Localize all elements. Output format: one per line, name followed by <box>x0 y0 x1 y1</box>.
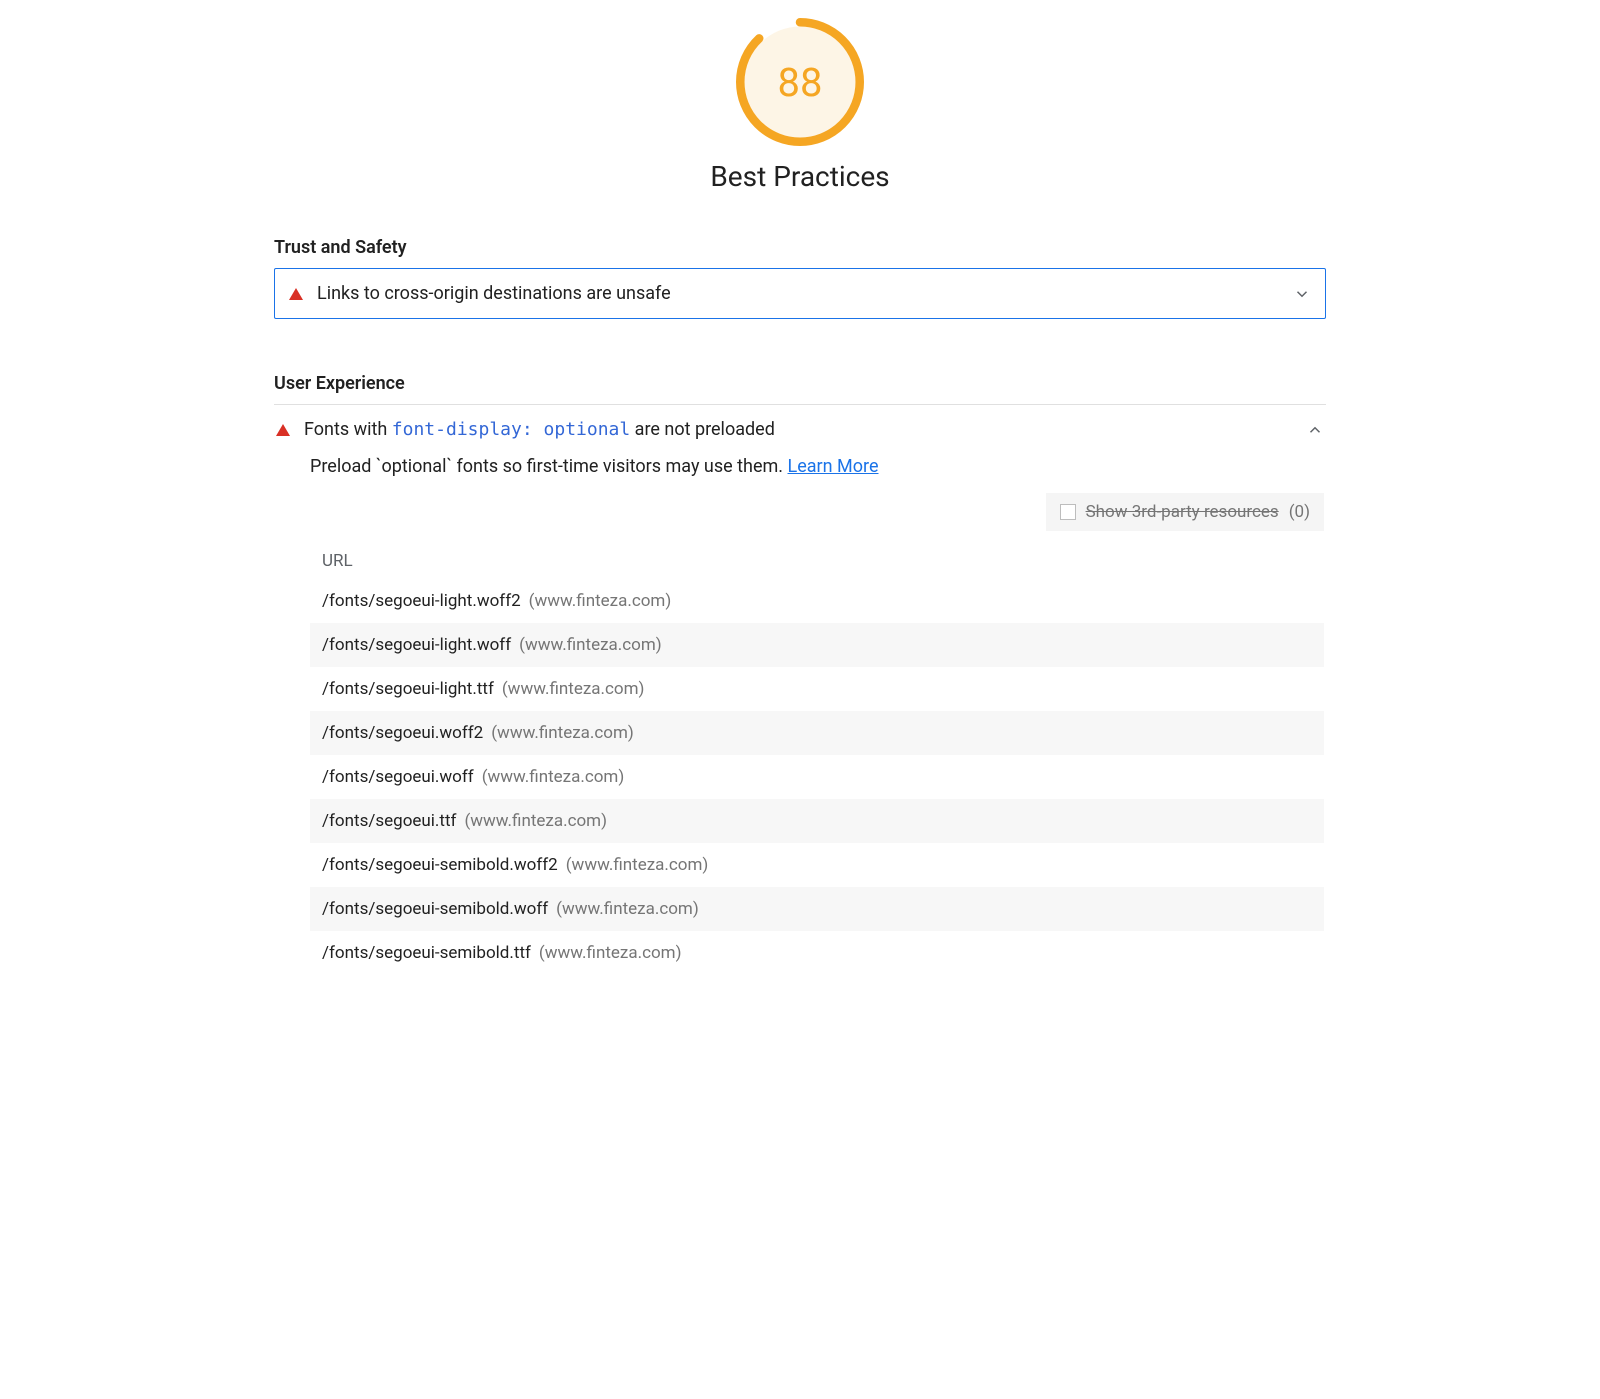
table-row[interactable]: /fonts/segoeui-light.woff (www.finteza.c… <box>310 623 1324 667</box>
score-gauge-ring: 88 <box>736 18 864 146</box>
url-host: (www.finteza.com) <box>566 855 709 875</box>
third-party-label: Show 3rd-party resources <box>1086 502 1279 522</box>
url-path: /fonts/segoeui-light.woff <box>322 635 511 655</box>
audit-toggle[interactable]: Fonts with font-display: optional are no… <box>276 419 1324 440</box>
third-party-toggle[interactable]: Show 3rd-party resources (0) <box>1046 493 1324 531</box>
url-table: URL /fonts/segoeui-light.woff2 (www.fint… <box>310 543 1324 975</box>
url-path: /fonts/segoeui-semibold.woff <box>322 899 548 919</box>
table-row[interactable]: /fonts/segoeui-semibold.woff2 (www.finte… <box>310 843 1324 887</box>
table-row[interactable]: /fonts/segoeui.woff2 (www.finteza.com) <box>310 711 1324 755</box>
url-path: /fonts/segoeui.woff <box>322 767 474 787</box>
score-gauge: 88 Best Practices <box>274 18 1326 223</box>
audit-cross-origin-links[interactable]: Links to cross-origin destinations are u… <box>274 268 1326 319</box>
table-row[interactable]: /fonts/segoeui-light.woff2 (www.finteza.… <box>310 579 1324 623</box>
audit-title: Links to cross-origin destinations are u… <box>317 283 1279 304</box>
url-host: (www.finteza.com) <box>556 899 699 919</box>
url-path: /fonts/segoeui-semibold.woff2 <box>322 855 558 875</box>
section-title-ux: User Experience <box>274 373 1326 394</box>
audit-description: Preload `optional` fonts so first-time v… <box>310 456 1324 477</box>
learn-more-link[interactable]: Learn More <box>788 456 879 477</box>
url-host: (www.finteza.com) <box>502 679 645 699</box>
third-party-toggle-wrap: Show 3rd-party resources (0) <box>310 493 1324 531</box>
url-path: /fonts/segoeui.ttf <box>322 811 456 831</box>
table-row[interactable]: /fonts/segoeui-light.ttf (www.finteza.co… <box>310 667 1324 711</box>
table-row[interactable]: /fonts/segoeui.woff (www.finteza.com) <box>310 755 1324 799</box>
url-path: /fonts/segoeui.woff2 <box>322 723 483 743</box>
audit-title-code: font-display: optional <box>392 419 630 440</box>
url-host: (www.finteza.com) <box>539 943 682 963</box>
audit-title-suffix: are not preloaded <box>630 419 775 440</box>
url-host: (www.finteza.com) <box>529 591 672 611</box>
section-title-trust: Trust and Safety <box>274 237 1326 258</box>
audit-font-display-optional: Fonts with font-display: optional are no… <box>274 404 1326 989</box>
url-path: /fonts/segoeui-light.woff2 <box>322 591 521 611</box>
table-row[interactable]: /fonts/segoeui-semibold.woff (www.fintez… <box>310 887 1324 931</box>
checkbox-icon[interactable] <box>1060 504 1076 520</box>
url-path: /fonts/segoeui-semibold.ttf <box>322 943 531 963</box>
url-host: (www.finteza.com) <box>464 811 607 831</box>
chevron-down-icon <box>1293 285 1311 303</box>
third-party-count: (0) <box>1289 502 1310 522</box>
chevron-up-icon <box>1306 421 1324 439</box>
audit-title-prefix: Fonts with <box>304 419 392 440</box>
url-host: (www.finteza.com) <box>491 723 634 743</box>
table-header-url: URL <box>310 543 1324 579</box>
audit-title: Fonts with font-display: optional are no… <box>304 419 1292 440</box>
table-row[interactable]: /fonts/segoeui.ttf (www.finteza.com) <box>310 799 1324 843</box>
score-value: 88 <box>736 18 864 146</box>
warning-triangle-icon <box>289 288 303 300</box>
url-path: /fonts/segoeui-light.ttf <box>322 679 494 699</box>
url-host: (www.finteza.com) <box>482 767 625 787</box>
table-row[interactable]: /fonts/segoeui-semibold.ttf (www.finteza… <box>310 931 1324 975</box>
url-host: (www.finteza.com) <box>519 635 662 655</box>
warning-triangle-icon <box>276 424 290 436</box>
audit-description-text: Preload `optional` fonts so first-time v… <box>310 456 788 477</box>
category-title: Best Practices <box>710 160 889 193</box>
